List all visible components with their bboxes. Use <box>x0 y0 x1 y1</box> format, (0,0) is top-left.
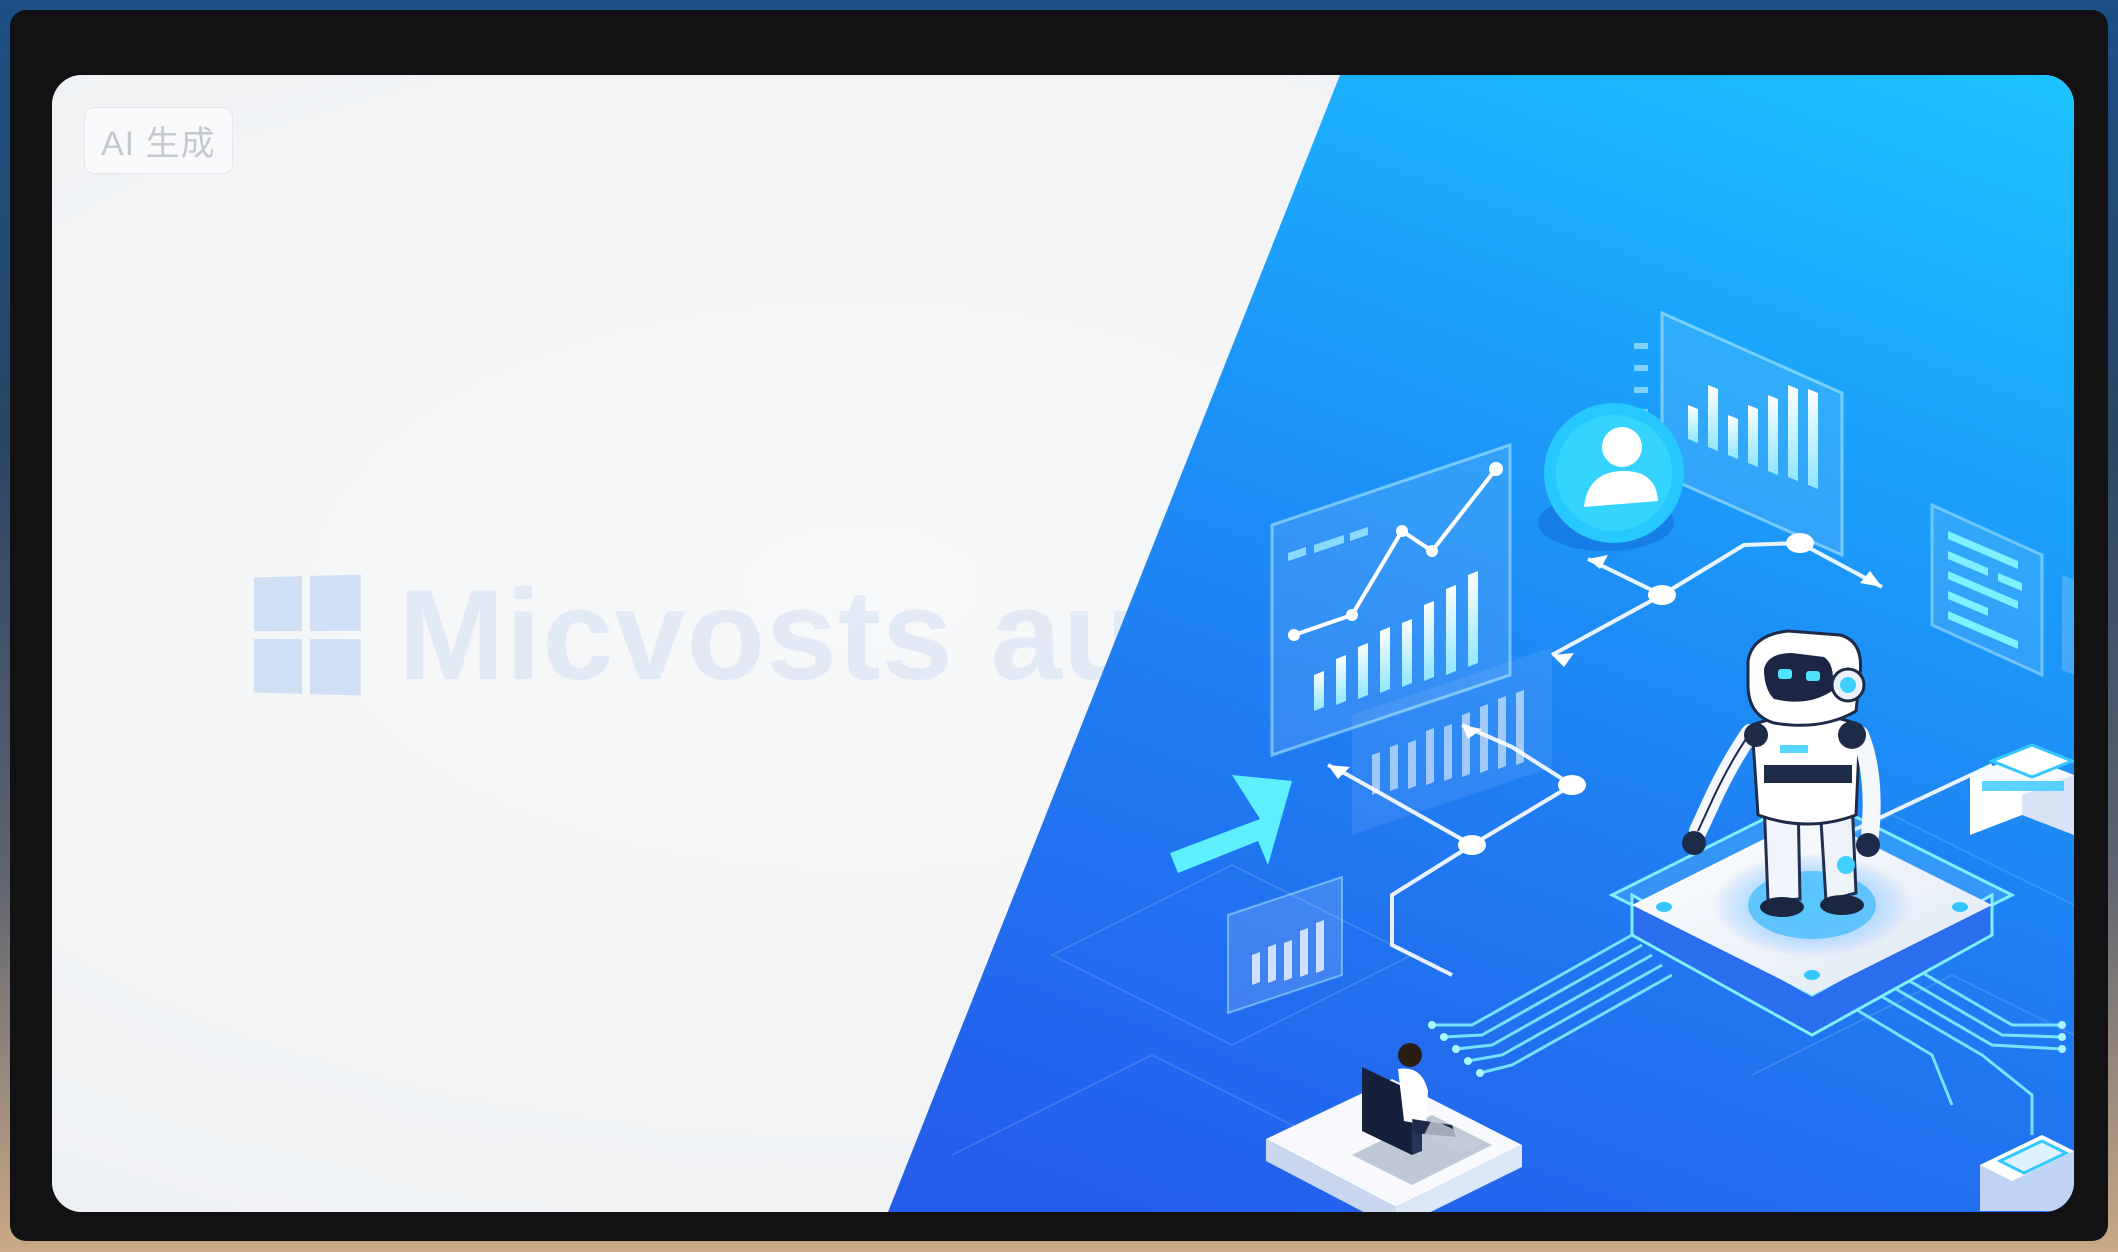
arrow-icon <box>1170 775 1292 873</box>
user-avatar-icon <box>1538 403 1684 551</box>
chip-box <box>1980 1135 2074 1211</box>
windows-logo-icon <box>254 574 361 695</box>
window-frame: AI 生成 Micvosts auto <box>10 10 2108 1241</box>
robot-platform <box>1612 795 2012 1035</box>
data-table-panel <box>1932 505 2074 675</box>
server-stack <box>1970 745 2074 835</box>
hero-card: AI 生成 Micvosts auto <box>52 75 2074 1212</box>
ai-generated-badge: AI 生成 <box>84 107 233 174</box>
person-at-desk-icon <box>1266 1043 1522 1212</box>
mini-chart-card <box>1228 877 1342 1013</box>
